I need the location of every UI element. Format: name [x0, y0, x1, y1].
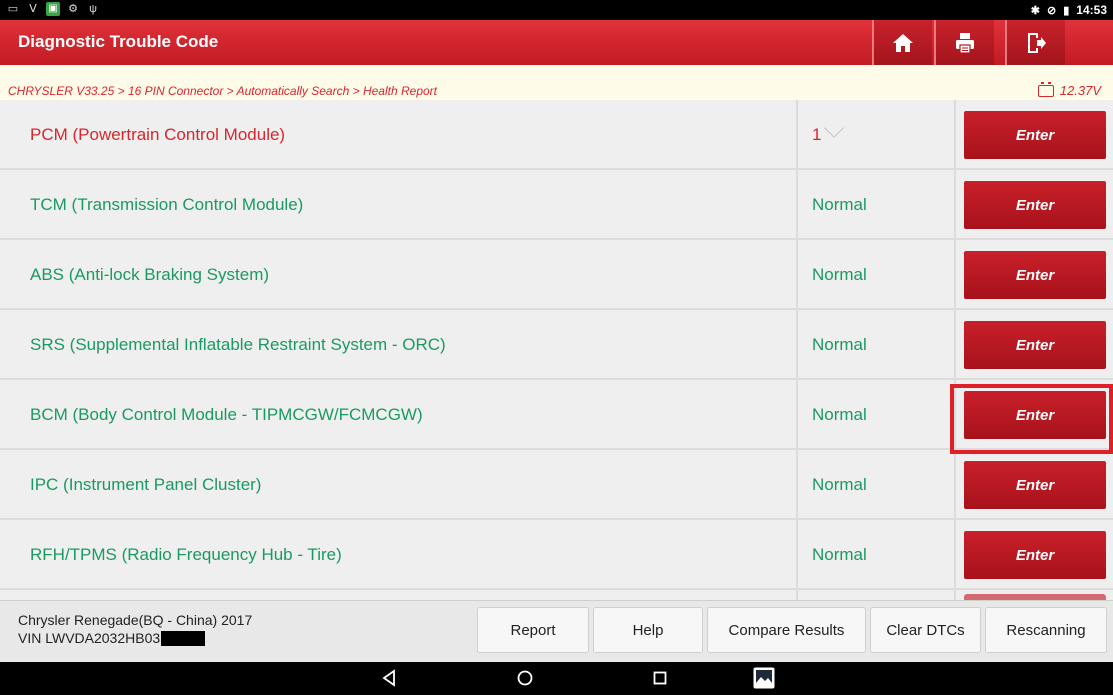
- recents-icon[interactable]: [652, 669, 668, 687]
- battery-voltage-icon: [1037, 81, 1054, 97]
- list-item: TCM (Transmission Control Module) Normal…: [0, 170, 1113, 240]
- help-button[interactable]: Help: [593, 607, 703, 653]
- enter-button[interactable]: Enter: [964, 111, 1106, 159]
- module-status: Normal: [796, 310, 956, 380]
- compare-results-button[interactable]: Compare Results: [707, 607, 866, 653]
- vehicle-model: Chrysler Renegade(BQ - China) 2017: [18, 612, 253, 628]
- home-button[interactable]: [872, 20, 932, 65]
- clock: 14:53: [1076, 3, 1107, 17]
- clear-dtcs-button[interactable]: Clear DTCs: [870, 607, 981, 653]
- print-button[interactable]: [934, 20, 994, 65]
- battery-voltage: 12.37V: [1037, 81, 1101, 98]
- module-name: BCM (Body Control Module - TIPMCGW/FCMCG…: [30, 405, 423, 424]
- usb-debug-icon: ᐯ: [29, 3, 37, 15]
- title-bar: Diagnostic Trouble Code: [0, 20, 1113, 65]
- settings-notification-icon: ⚙: [68, 3, 78, 15]
- vin-redaction: [161, 630, 206, 646]
- navigation-bar: [0, 662, 1113, 695]
- module-name: TCM (Transmission Control Module): [30, 195, 304, 214]
- list-item: IPC (Instrument Panel Cluster) Normal En…: [0, 450, 1113, 520]
- list-item: BCM (Body Control Module - TIPMCGW/FCMCG…: [0, 380, 1113, 450]
- screen-icon: ▭: [7, 3, 19, 15]
- screenshot-icon[interactable]: [752, 666, 776, 690]
- status-cell: [796, 590, 956, 600]
- exit-button[interactable]: [1005, 20, 1065, 65]
- vin-number: VIN LWVDA2032HB03: [18, 630, 161, 646]
- module-list[interactable]: PCM (Powertrain Control Module) 1 Enter …: [0, 100, 1113, 600]
- enter-button[interactable]: Enter: [964, 251, 1106, 299]
- battery-icon: ▮: [1063, 4, 1070, 17]
- enter-button[interactable]: Enter: [964, 461, 1106, 509]
- module-name: RFH/TPMS (Radio Frequency Hub - Tire): [30, 545, 342, 564]
- voltage-value: 12.37V: [1059, 83, 1101, 98]
- breadcrumb-path: CHRYSLER V33.25 > 16 PIN Connector > Aut…: [8, 84, 437, 98]
- module-status: Normal: [796, 240, 956, 310]
- enter-button[interactable]: Enter: [964, 181, 1106, 229]
- usb-icon: ψ: [89, 3, 97, 15]
- module-status: Normal: [796, 520, 956, 590]
- list-item: SRS (Supplemental Inflatable Restraint S…: [0, 310, 1113, 380]
- enter-button[interactable]: Enter: [964, 531, 1106, 579]
- enter-button[interactable]: Enter: [964, 321, 1106, 369]
- app-notification-icon: ▣: [46, 2, 60, 16]
- module-name: ABS (Anti-lock Braking System): [30, 265, 270, 284]
- rescanning-button[interactable]: Rescanning: [985, 607, 1107, 653]
- print-icon: [956, 32, 974, 54]
- page-title: Diagnostic Trouble Code: [18, 32, 219, 51]
- module-status: Normal: [796, 450, 956, 520]
- list-item: RFH/TPMS (Radio Frequency Hub - Tire) No…: [0, 520, 1113, 590]
- module-name: PCM (Powertrain Control Module): [30, 125, 286, 144]
- vehicle-info: Chrysler Renegade(BQ - China) 2017 VIN L…: [18, 611, 252, 647]
- status-dropdown[interactable]: 1: [796, 100, 956, 170]
- home-nav-icon[interactable]: [516, 669, 534, 687]
- home-icon: [893, 33, 913, 52]
- footer-toolbar: Chrysler Renegade(BQ - China) 2017 VIN L…: [0, 600, 1113, 662]
- list-item: ABS (Anti-lock Braking System) Normal En…: [0, 240, 1113, 310]
- chevron-down-icon: [824, 118, 845, 138]
- list-item-partial: [0, 590, 1113, 600]
- do-not-disturb-icon: ⊘: [1047, 4, 1057, 17]
- exit-icon: [1028, 32, 1046, 53]
- fault-count: 1: [812, 125, 822, 144]
- bluetooth-icon: ✱: [1030, 4, 1041, 17]
- selection-highlight: [950, 384, 1113, 454]
- module-name: IPC (Instrument Panel Cluster): [30, 475, 262, 494]
- breadcrumb: CHRYSLER V33.25 > 16 PIN Connector > Aut…: [0, 65, 1113, 100]
- report-button[interactable]: Report: [477, 607, 589, 653]
- back-icon[interactable]: [381, 669, 397, 687]
- module-status: Normal: [796, 380, 956, 450]
- status-bar: ▭ ᐯ ▣ ⚙ ψ ✱ ⊘ ▮ 14:53: [0, 0, 1113, 20]
- list-item: PCM (Powertrain Control Module) 1 Enter: [0, 100, 1113, 170]
- module-status: Normal: [796, 170, 956, 240]
- module-name: SRS (Supplemental Inflatable Restraint S…: [30, 335, 446, 354]
